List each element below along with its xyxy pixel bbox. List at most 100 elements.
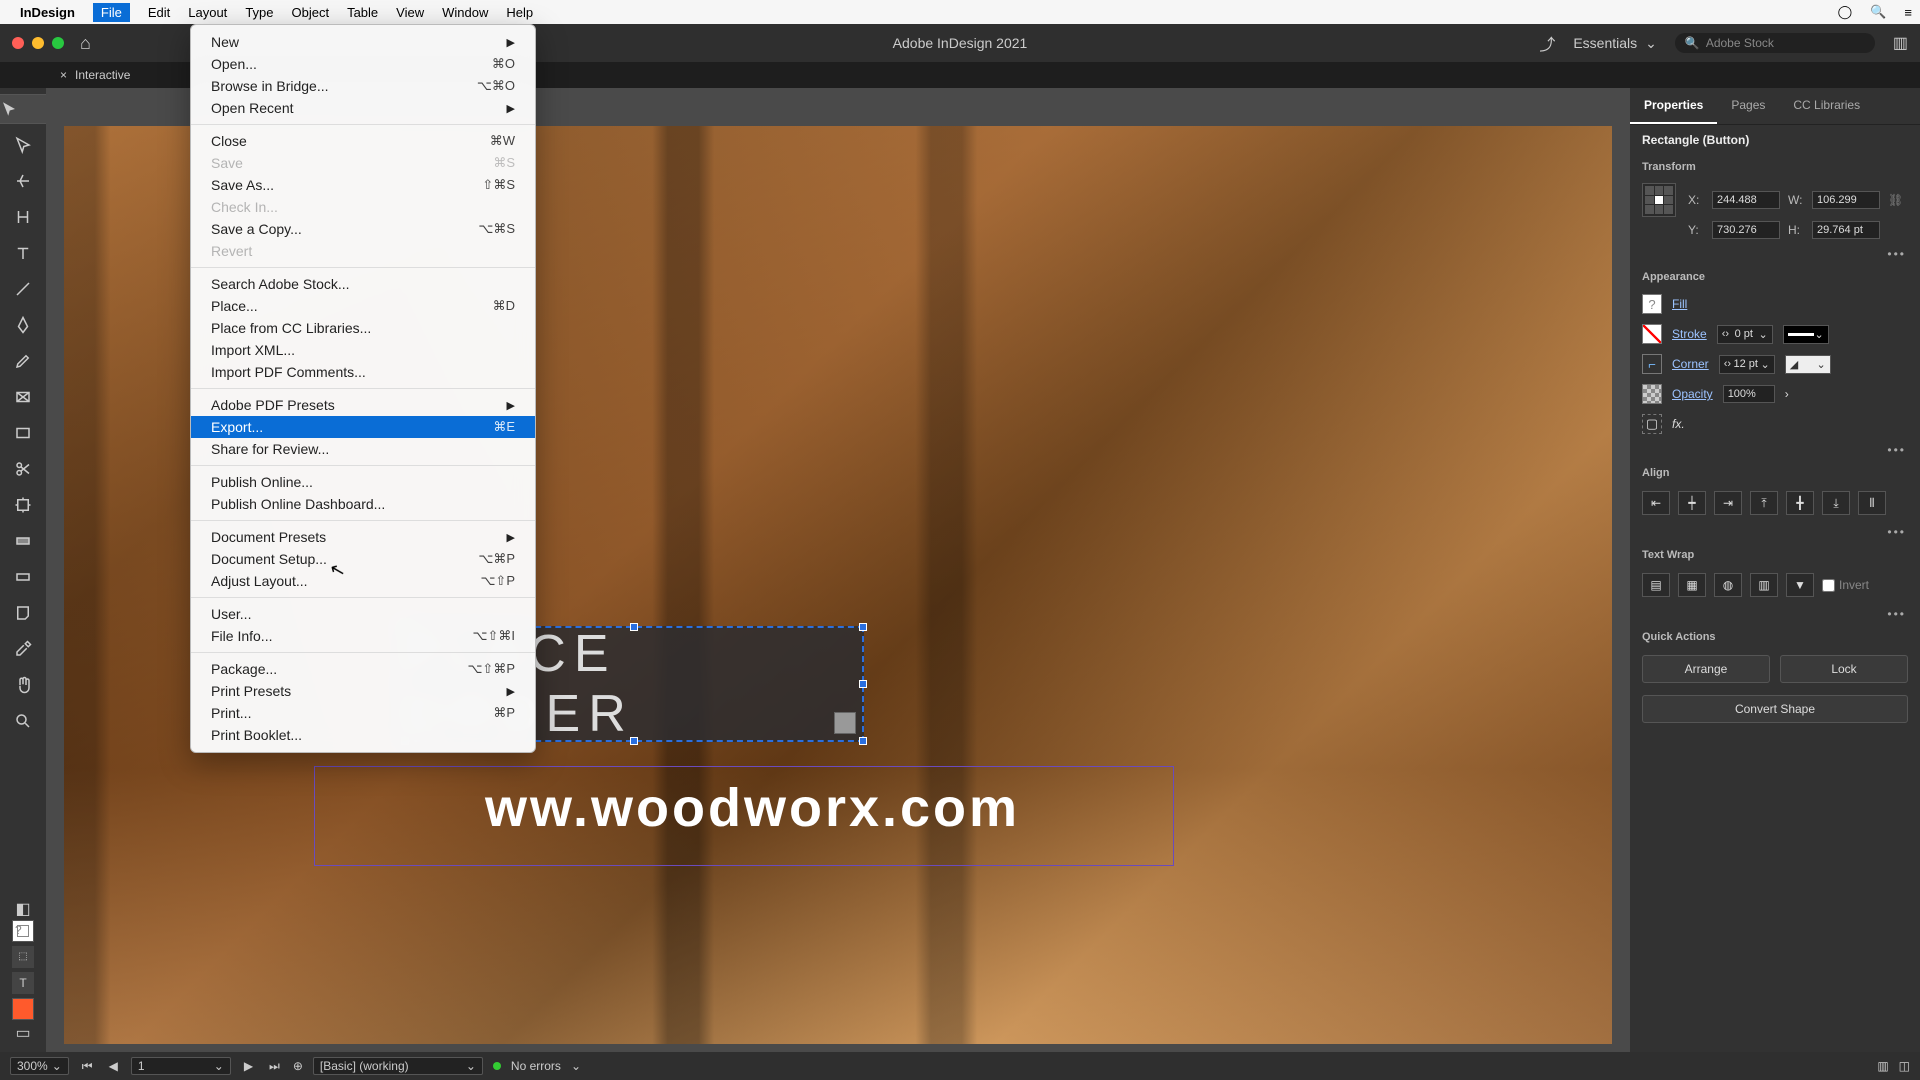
menu-item-save-a-copy[interactable]: Save a Copy...⌥⌘S <box>191 218 535 240</box>
menu-item-place[interactable]: Place...⌘D <box>191 295 535 317</box>
last-page-icon[interactable]: ⏭ <box>266 1059 283 1074</box>
fx-icon[interactable]: fx. <box>1672 417 1685 431</box>
default-colors[interactable]: ⬚ <box>12 946 34 968</box>
stroke-link[interactable]: Stroke <box>1672 327 1707 341</box>
align-right[interactable]: ⇥ <box>1714 491 1742 515</box>
preflight-menu-icon[interactable]: ⌄ <box>571 1059 581 1073</box>
window-minimize[interactable] <box>32 37 44 49</box>
lock-button[interactable]: Lock <box>1780 655 1908 683</box>
menu-item-document-presets[interactable]: Document Presets▶ <box>191 526 535 548</box>
arrange-button[interactable]: Arrange <box>1642 655 1770 683</box>
fill-swatch[interactable]: ? <box>12 920 34 942</box>
menu-item-adobe-pdf-presets[interactable]: Adobe PDF Presets▶ <box>191 394 535 416</box>
menu-table[interactable]: Table <box>347 5 378 20</box>
page-tool[interactable] <box>8 166 38 196</box>
note-tool[interactable] <box>8 598 38 628</box>
rectangle-frame-tool[interactable] <box>8 382 38 412</box>
hand-tool[interactable] <box>8 670 38 700</box>
x-field[interactable] <box>1712 191 1780 209</box>
apply-color[interactable] <box>12 998 34 1020</box>
menu-item-print-presets[interactable]: Print Presets▶ <box>191 680 535 702</box>
corner-link[interactable]: Corner <box>1672 357 1709 371</box>
menu-item-print[interactable]: Print...⌘P <box>191 702 535 724</box>
panel-toggle-icon[interactable]: ▥ <box>1893 33 1908 53</box>
fill-link[interactable]: Fill <box>1672 297 1687 311</box>
pencil-tool[interactable] <box>8 346 38 376</box>
wrap-more[interactable]: ••• <box>1630 603 1920 625</box>
gap-tool[interactable] <box>8 202 38 232</box>
menu-item-open-recent[interactable]: Open Recent▶ <box>191 97 535 119</box>
rectangle-tool[interactable] <box>8 418 38 448</box>
menu-type[interactable]: Type <box>245 5 273 20</box>
opacity-icon[interactable] <box>1642 384 1662 404</box>
next-page-icon[interactable]: ▶ <box>241 1059 256 1073</box>
menu-item-publish-online-dashboard[interactable]: Publish Online Dashboard... <box>191 493 535 515</box>
preflight-errors[interactable]: No errors <box>511 1059 561 1073</box>
menu-item-package[interactable]: Package...⌥⇧⌘P <box>191 658 535 680</box>
convert-shape-button[interactable]: Convert Shape <box>1642 695 1908 723</box>
search-icon[interactable]: 🔍 <box>1870 4 1886 20</box>
menu-item-place-from-cc-libraries[interactable]: Place from CC Libraries... <box>191 317 535 339</box>
distribute[interactable]: ⫴ <box>1858 491 1886 515</box>
first-page-icon[interactable]: ⏮ <box>79 1059 96 1074</box>
page-field[interactable]: 1⌄ <box>131 1057 231 1075</box>
corner-size[interactable]: ‹›12 pt⌄ <box>1719 355 1775 374</box>
tab-cc-libraries[interactable]: CC Libraries <box>1779 88 1874 124</box>
wrap-jump[interactable]: ▥ <box>1750 573 1778 597</box>
menu-item-save-as[interactable]: Save As...⇧⌘S <box>191 174 535 196</box>
menu-layout[interactable]: Layout <box>188 5 227 20</box>
close-tab-icon[interactable]: × <box>60 68 67 82</box>
w-field[interactable] <box>1812 191 1880 209</box>
menu-file[interactable]: File <box>93 3 130 22</box>
structure-pane-icon[interactable]: ▥ <box>1877 1059 1888 1073</box>
direct-selection-tool[interactable] <box>8 130 38 160</box>
window-zoom[interactable] <box>52 37 64 49</box>
screen-mode[interactable]: ▭ <box>8 1024 38 1042</box>
wrap-next[interactable]: ▼ <box>1786 573 1814 597</box>
menu-help[interactable]: Help <box>506 5 533 20</box>
menu-item-close[interactable]: Close⌘W <box>191 130 535 152</box>
share-icon[interactable]: ⤴ <box>1539 31 1555 55</box>
align-top[interactable]: ⤒ <box>1750 491 1778 515</box>
control-center-icon[interactable]: ≡ <box>1904 5 1912 20</box>
opacity-field[interactable] <box>1723 385 1775 403</box>
menu-item-import-xml[interactable]: Import XML... <box>191 339 535 361</box>
wrap-none[interactable]: ▤ <box>1642 573 1670 597</box>
menu-edit[interactable]: Edit <box>148 5 170 20</box>
align-hcenter[interactable]: ┿ <box>1678 491 1706 515</box>
gradient-swatch-tool[interactable] <box>8 526 38 556</box>
gradient-feather-tool[interactable] <box>8 562 38 592</box>
menu-item-file-info[interactable]: File Info...⌥⇧⌘I <box>191 625 535 647</box>
opacity-flyout-icon[interactable]: › <box>1785 387 1789 401</box>
zoom-tool[interactable] <box>8 706 38 736</box>
menu-item-new[interactable]: New▶ <box>191 31 535 53</box>
prev-page-icon[interactable]: ◀ <box>106 1059 121 1073</box>
window-close[interactable] <box>12 37 24 49</box>
tab-properties[interactable]: Properties <box>1630 88 1717 124</box>
eyedropper-tool[interactable] <box>8 634 38 664</box>
align-more[interactable]: ••• <box>1630 521 1920 543</box>
menu-item-document-setup[interactable]: Document Setup...⌥⌘P <box>191 548 535 570</box>
menu-view[interactable]: View <box>396 5 424 20</box>
free-transform-tool[interactable] <box>8 490 38 520</box>
menu-item-user[interactable]: User... <box>191 603 535 625</box>
invert-wrap[interactable]: Invert <box>1822 573 1869 597</box>
zoom-field[interactable]: 300% ⌄ <box>10 1057 69 1075</box>
menu-item-publish-online[interactable]: Publish Online... <box>191 471 535 493</box>
document-tab[interactable]: Interactive <box>75 68 130 82</box>
wrap-shape[interactable]: ◍ <box>1714 573 1742 597</box>
menu-item-open[interactable]: Open...⌘O <box>191 53 535 75</box>
opacity-link[interactable]: Opacity <box>1672 387 1713 401</box>
wrap-bbox[interactable]: ▦ <box>1678 573 1706 597</box>
menu-item-share-for-review[interactable]: Share for Review... <box>191 438 535 460</box>
color-theme-tool[interactable]: ◧ <box>8 902 38 916</box>
corner-icon[interactable]: ⌐ <box>1642 354 1662 374</box>
line-tool[interactable] <box>8 274 38 304</box>
menu-window[interactable]: Window <box>442 5 488 20</box>
open-dialog-icon[interactable]: ⊕ <box>293 1059 303 1073</box>
stroke-weight[interactable]: ‹›0 pt⌄ <box>1717 325 1773 344</box>
appearance-more[interactable]: ••• <box>1630 439 1920 461</box>
tab-pages[interactable]: Pages <box>1717 88 1779 124</box>
corner-shape[interactable]: ◢⌄ <box>1785 355 1831 374</box>
type-tool[interactable] <box>8 238 38 268</box>
